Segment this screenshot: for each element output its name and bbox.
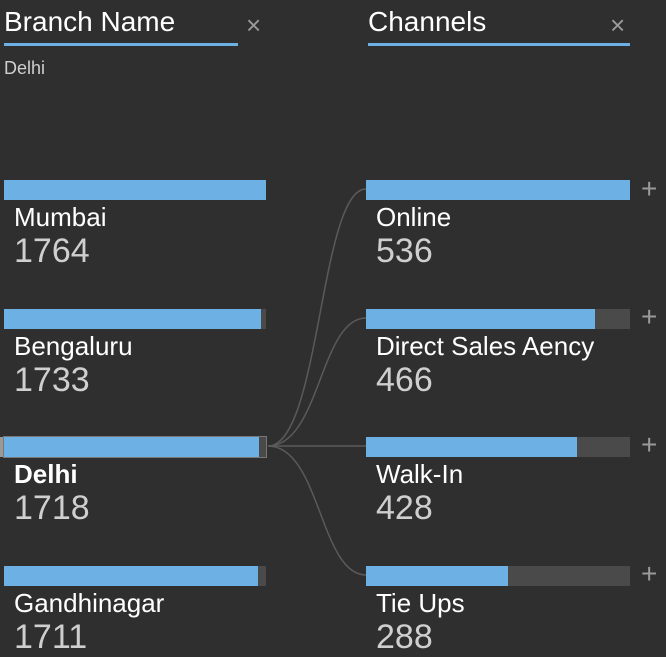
channel-bar-fill — [366, 309, 596, 329]
channel-item-label: Walk-In — [376, 459, 464, 489]
branch-item-delhi[interactable]: Delhi 1718 — [3, 436, 267, 529]
branch-item-label: Mumbai — [14, 202, 107, 232]
channel-bar-track — [366, 309, 630, 329]
plus-icon[interactable]: + — [641, 175, 657, 203]
branch-bar-track — [3, 436, 267, 458]
channel-bar-track — [366, 437, 630, 457]
branch-column-title: Branch Name — [4, 6, 176, 37]
branch-bar-fill — [4, 309, 262, 329]
channel-item-tie-ups[interactable]: Tie Ups 288 — [366, 566, 630, 657]
channel-bar-fill — [366, 566, 508, 586]
plus-icon[interactable]: + — [641, 431, 657, 459]
channel-bar-track — [366, 566, 630, 586]
branch-column-underline — [4, 43, 238, 46]
plus-icon[interactable]: + — [641, 560, 657, 588]
channel-item-online[interactable]: Online 536 — [366, 180, 630, 272]
link-delhi-tie-ups — [267, 445, 367, 576]
branch-item-mumbai[interactable]: Mumbai 1764 — [4, 180, 266, 272]
selection-marker — [0, 437, 3, 457]
channel-item-label: Online — [376, 202, 452, 232]
channel-item-value: 288 — [376, 618, 433, 656]
channel-bar-fill — [366, 180, 630, 200]
channels-column-header: Channels × — [368, 0, 630, 48]
branch-item-value: 1718 — [14, 489, 90, 527]
channel-item-label: Tie Ups — [376, 588, 465, 618]
branch-filter-value: Delhi — [4, 58, 46, 78]
branch-item-gandhinagar[interactable]: Gandhinagar 1711 — [4, 566, 266, 657]
branch-bar-track — [4, 566, 266, 586]
channel-item-label: Direct Sales Aency — [376, 331, 595, 361]
branch-item-label: Gandhinagar — [14, 588, 165, 618]
branch-bar-track — [4, 309, 266, 329]
plus-icon[interactable]: + — [641, 303, 657, 331]
close-icon[interactable]: × — [610, 10, 625, 40]
link-delhi-direct-sales — [267, 317, 367, 447]
channel-item-value: 466 — [376, 361, 433, 399]
close-icon[interactable]: × — [246, 10, 261, 40]
branch-column-header: Branch Name × — [4, 0, 266, 48]
channel-bar-track — [366, 180, 630, 200]
branch-item-value: 1733 — [14, 361, 90, 399]
branch-bar-track — [4, 180, 266, 200]
channel-item-value: 536 — [376, 232, 433, 270]
branch-bar-fill — [4, 566, 259, 586]
branch-item-label: Delhi — [14, 459, 78, 489]
branch-item-bengaluru[interactable]: Bengaluru 1733 — [4, 309, 266, 401]
channels-column-underline — [368, 43, 630, 46]
channel-item-walk-in[interactable]: Walk-In 428 — [366, 437, 630, 529]
channels-column-title: Channels — [368, 6, 487, 37]
link-delhi-online — [267, 188, 367, 447]
branch-bar-fill — [4, 437, 260, 457]
channel-bar-fill — [366, 437, 577, 457]
channel-item-value: 428 — [376, 489, 433, 527]
branch-item-label: Bengaluru — [14, 331, 133, 361]
branch-bar-fill — [4, 180, 266, 200]
channel-item-direct-sales-aency[interactable]: Direct Sales Aency 466 — [366, 309, 630, 401]
branch-item-value: 1764 — [14, 232, 90, 270]
branch-item-value: 1711 — [14, 618, 88, 656]
